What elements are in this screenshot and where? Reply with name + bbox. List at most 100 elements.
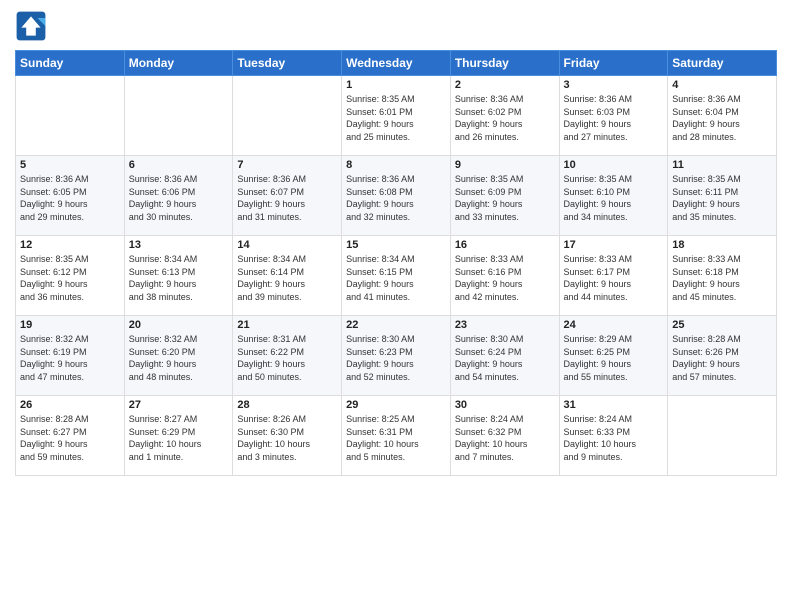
day-number: 9 bbox=[455, 159, 555, 171]
calendar-cell: 8 Sunrise: 8:36 AM Sunset: 6:08 PM Daylig… bbox=[342, 156, 451, 236]
day-number: 30 bbox=[455, 399, 555, 411]
day-number: 17 bbox=[564, 239, 664, 251]
day-number: 23 bbox=[455, 319, 555, 331]
day-info: Sunrise: 8:25 AM Sunset: 6:31 PM Dayligh… bbox=[346, 413, 446, 463]
day-info: Sunrise: 8:36 AM Sunset: 6:08 PM Dayligh… bbox=[346, 173, 446, 223]
calendar-cell: 9 Sunrise: 8:35 AM Sunset: 6:09 PM Daylig… bbox=[450, 156, 559, 236]
day-info: Sunrise: 8:29 AM Sunset: 6:25 PM Dayligh… bbox=[564, 333, 664, 383]
day-number: 22 bbox=[346, 319, 446, 331]
calendar-cell: 22 Sunrise: 8:30 AM Sunset: 6:23 PM Dayli… bbox=[342, 316, 451, 396]
day-number: 27 bbox=[129, 399, 229, 411]
day-info: Sunrise: 8:24 AM Sunset: 6:33 PM Dayligh… bbox=[564, 413, 664, 463]
day-info: Sunrise: 8:32 AM Sunset: 6:19 PM Dayligh… bbox=[20, 333, 120, 383]
calendar-cell: 1 Sunrise: 8:35 AM Sunset: 6:01 PM Daylig… bbox=[342, 76, 451, 156]
day-number: 6 bbox=[129, 159, 229, 171]
day-number: 1 bbox=[346, 79, 446, 91]
weekday-header-row: SundayMondayTuesdayWednesdayThursdayFrid… bbox=[16, 51, 777, 76]
calendar-cell: 19 Sunrise: 8:32 AM Sunset: 6:19 PM Dayli… bbox=[16, 316, 125, 396]
day-number: 8 bbox=[346, 159, 446, 171]
day-info: Sunrise: 8:35 AM Sunset: 6:11 PM Dayligh… bbox=[672, 173, 772, 223]
weekday-header: Monday bbox=[124, 51, 233, 76]
day-info: Sunrise: 8:27 AM Sunset: 6:29 PM Dayligh… bbox=[129, 413, 229, 463]
weekday-header: Saturday bbox=[668, 51, 777, 76]
day-number: 7 bbox=[237, 159, 337, 171]
day-info: Sunrise: 8:35 AM Sunset: 6:10 PM Dayligh… bbox=[564, 173, 664, 223]
weekday-header: Friday bbox=[559, 51, 668, 76]
calendar-week-row: 19 Sunrise: 8:32 AM Sunset: 6:19 PM Dayli… bbox=[16, 316, 777, 396]
day-number: 29 bbox=[346, 399, 446, 411]
calendar-cell: 14 Sunrise: 8:34 AM Sunset: 6:14 PM Dayli… bbox=[233, 236, 342, 316]
day-info: Sunrise: 8:35 AM Sunset: 6:12 PM Dayligh… bbox=[20, 253, 120, 303]
day-number: 19 bbox=[20, 319, 120, 331]
calendar-cell: 17 Sunrise: 8:33 AM Sunset: 6:17 PM Dayli… bbox=[559, 236, 668, 316]
day-number: 4 bbox=[672, 79, 772, 91]
calendar-cell: 16 Sunrise: 8:33 AM Sunset: 6:16 PM Dayli… bbox=[450, 236, 559, 316]
weekday-header: Tuesday bbox=[233, 51, 342, 76]
page: SundayMondayTuesdayWednesdayThursdayFrid… bbox=[0, 0, 792, 612]
header bbox=[15, 10, 777, 42]
day-info: Sunrise: 8:33 AM Sunset: 6:16 PM Dayligh… bbox=[455, 253, 555, 303]
calendar-cell: 6 Sunrise: 8:36 AM Sunset: 6:06 PM Daylig… bbox=[124, 156, 233, 236]
weekday-header: Sunday bbox=[16, 51, 125, 76]
calendar-cell bbox=[233, 76, 342, 156]
calendar: SundayMondayTuesdayWednesdayThursdayFrid… bbox=[15, 50, 777, 476]
day-info: Sunrise: 8:33 AM Sunset: 6:18 PM Dayligh… bbox=[672, 253, 772, 303]
calendar-cell: 13Sunrise: 8:34 AM Sunset: 6:13 PM Dayli… bbox=[124, 236, 233, 316]
day-number: 26 bbox=[20, 399, 120, 411]
calendar-week-row: 26 Sunrise: 8:28 AM Sunset: 6:27 PM Dayli… bbox=[16, 396, 777, 476]
day-info: Sunrise: 8:24 AM Sunset: 6:32 PM Dayligh… bbox=[455, 413, 555, 463]
calendar-cell: 20 Sunrise: 8:32 AM Sunset: 6:20 PM Dayli… bbox=[124, 316, 233, 396]
day-info: Sunrise: 8:30 AM Sunset: 6:23 PM Dayligh… bbox=[346, 333, 446, 383]
day-number: 3 bbox=[564, 79, 664, 91]
day-number: 18 bbox=[672, 239, 772, 251]
calendar-cell: 21 Sunrise: 8:31 AM Sunset: 6:22 PM Dayli… bbox=[233, 316, 342, 396]
calendar-cell: 25Sunrise: 8:28 AM Sunset: 6:26 PM Dayli… bbox=[668, 316, 777, 396]
calendar-cell: 10Sunrise: 8:35 AM Sunset: 6:10 PM Dayli… bbox=[559, 156, 668, 236]
calendar-cell: 11 Sunrise: 8:35 AM Sunset: 6:11 PM Dayli… bbox=[668, 156, 777, 236]
day-info: Sunrise: 8:28 AM Sunset: 6:27 PM Dayligh… bbox=[20, 413, 120, 463]
calendar-week-row: 1 Sunrise: 8:35 AM Sunset: 6:01 PM Daylig… bbox=[16, 76, 777, 156]
calendar-cell: 26 Sunrise: 8:28 AM Sunset: 6:27 PM Dayli… bbox=[16, 396, 125, 476]
day-number: 21 bbox=[237, 319, 337, 331]
calendar-week-row: 12 Sunrise: 8:35 AM Sunset: 6:12 PM Dayli… bbox=[16, 236, 777, 316]
weekday-header: Wednesday bbox=[342, 51, 451, 76]
day-number: 12 bbox=[20, 239, 120, 251]
day-info: Sunrise: 8:31 AM Sunset: 6:22 PM Dayligh… bbox=[237, 333, 337, 383]
calendar-cell: 3 Sunrise: 8:36 AM Sunset: 6:03 PM Daylig… bbox=[559, 76, 668, 156]
day-info: Sunrise: 8:36 AM Sunset: 6:03 PM Dayligh… bbox=[564, 93, 664, 143]
day-number: 16 bbox=[455, 239, 555, 251]
logo-icon bbox=[15, 10, 47, 42]
calendar-cell bbox=[668, 396, 777, 476]
day-info: Sunrise: 8:35 AM Sunset: 6:09 PM Dayligh… bbox=[455, 173, 555, 223]
logo bbox=[15, 10, 51, 42]
day-info: Sunrise: 8:36 AM Sunset: 6:06 PM Dayligh… bbox=[129, 173, 229, 223]
day-info: Sunrise: 8:32 AM Sunset: 6:20 PM Dayligh… bbox=[129, 333, 229, 383]
calendar-cell: 24Sunrise: 8:29 AM Sunset: 6:25 PM Dayli… bbox=[559, 316, 668, 396]
day-info: Sunrise: 8:34 AM Sunset: 6:15 PM Dayligh… bbox=[346, 253, 446, 303]
day-info: Sunrise: 8:34 AM Sunset: 6:14 PM Dayligh… bbox=[237, 253, 337, 303]
calendar-cell: 7Sunrise: 8:36 AM Sunset: 6:07 PM Daylig… bbox=[233, 156, 342, 236]
calendar-cell: 5Sunrise: 8:36 AM Sunset: 6:05 PM Daylig… bbox=[16, 156, 125, 236]
day-number: 14 bbox=[237, 239, 337, 251]
calendar-cell bbox=[124, 76, 233, 156]
day-info: Sunrise: 8:36 AM Sunset: 6:04 PM Dayligh… bbox=[672, 93, 772, 143]
day-number: 20 bbox=[129, 319, 229, 331]
day-number: 15 bbox=[346, 239, 446, 251]
day-info: Sunrise: 8:26 AM Sunset: 6:30 PM Dayligh… bbox=[237, 413, 337, 463]
day-number: 13 bbox=[129, 239, 229, 251]
calendar-cell bbox=[16, 76, 125, 156]
calendar-cell: 23 Sunrise: 8:30 AM Sunset: 6:24 PM Dayli… bbox=[450, 316, 559, 396]
day-number: 25 bbox=[672, 319, 772, 331]
day-info: Sunrise: 8:33 AM Sunset: 6:17 PM Dayligh… bbox=[564, 253, 664, 303]
calendar-cell: 18 Sunrise: 8:33 AM Sunset: 6:18 PM Dayli… bbox=[668, 236, 777, 316]
calendar-cell: 30 Sunrise: 8:24 AM Sunset: 6:32 PM Dayli… bbox=[450, 396, 559, 476]
day-number: 11 bbox=[672, 159, 772, 171]
day-info: Sunrise: 8:35 AM Sunset: 6:01 PM Dayligh… bbox=[346, 93, 446, 143]
calendar-cell: 15 Sunrise: 8:34 AM Sunset: 6:15 PM Dayli… bbox=[342, 236, 451, 316]
calendar-cell: 31 Sunrise: 8:24 AM Sunset: 6:33 PM Dayli… bbox=[559, 396, 668, 476]
weekday-header: Thursday bbox=[450, 51, 559, 76]
day-info: Sunrise: 8:30 AM Sunset: 6:24 PM Dayligh… bbox=[455, 333, 555, 383]
day-number: 31 bbox=[564, 399, 664, 411]
day-number: 2 bbox=[455, 79, 555, 91]
day-info: Sunrise: 8:36 AM Sunset: 6:02 PM Dayligh… bbox=[455, 93, 555, 143]
